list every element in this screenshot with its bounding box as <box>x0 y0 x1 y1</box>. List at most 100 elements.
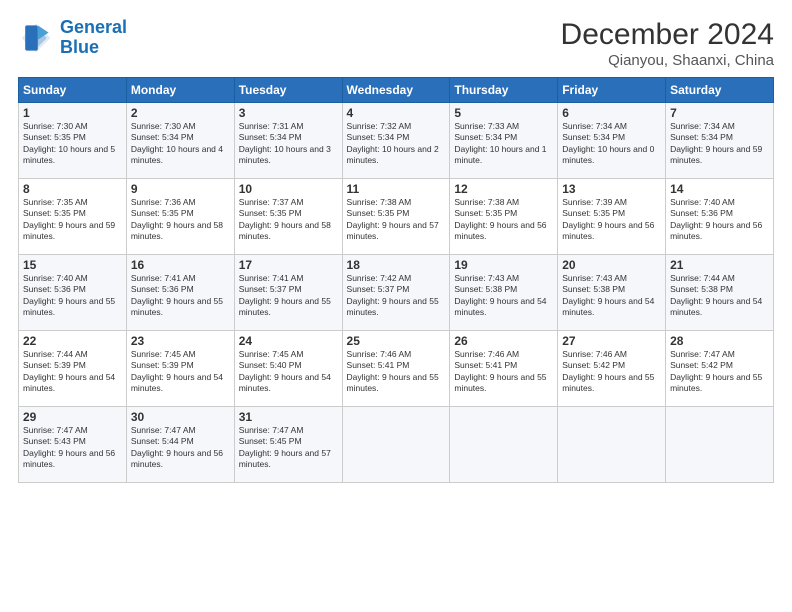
day-number: 24 <box>239 334 338 348</box>
calendar-cell: 21 Sunrise: 7:44 AMSunset: 5:38 PMDaylig… <box>666 255 774 331</box>
week-row-5: 29 Sunrise: 7:47 AMSunset: 5:43 PMDaylig… <box>19 407 774 483</box>
cell-content: Sunrise: 7:47 AMSunset: 5:43 PMDaylight:… <box>23 425 122 471</box>
calendar-cell: 25 Sunrise: 7:46 AMSunset: 5:41 PMDaylig… <box>342 331 450 407</box>
calendar-cell <box>558 407 666 483</box>
cell-content: Sunrise: 7:47 AMSunset: 5:42 PMDaylight:… <box>670 349 769 395</box>
cell-content: Sunrise: 7:40 AMSunset: 5:36 PMDaylight:… <box>670 197 769 243</box>
calendar-cell: 27 Sunrise: 7:46 AMSunset: 5:42 PMDaylig… <box>558 331 666 407</box>
cell-content: Sunrise: 7:47 AMSunset: 5:44 PMDaylight:… <box>131 425 230 471</box>
calendar-cell: 31 Sunrise: 7:47 AMSunset: 5:45 PMDaylig… <box>234 407 342 483</box>
cell-content: Sunrise: 7:32 AMSunset: 5:34 PMDaylight:… <box>347 121 446 167</box>
calendar-cell: 2 Sunrise: 7:30 AMSunset: 5:34 PMDayligh… <box>126 103 234 179</box>
day-number: 21 <box>670 258 769 272</box>
header: General Blue December 2024 Qianyou, Shaa… <box>18 18 774 69</box>
day-number: 28 <box>670 334 769 348</box>
calendar-cell <box>342 407 450 483</box>
cell-content: Sunrise: 7:38 AMSunset: 5:35 PMDaylight:… <box>347 197 446 243</box>
page: General Blue December 2024 Qianyou, Shaa… <box>0 0 792 612</box>
week-row-1: 1 Sunrise: 7:30 AMSunset: 5:35 PMDayligh… <box>19 103 774 179</box>
day-number: 4 <box>347 106 446 120</box>
cell-content: Sunrise: 7:34 AMSunset: 5:34 PMDaylight:… <box>562 121 661 167</box>
calendar-cell: 24 Sunrise: 7:45 AMSunset: 5:40 PMDaylig… <box>234 331 342 407</box>
day-number: 1 <box>23 106 122 120</box>
cell-content: Sunrise: 7:46 AMSunset: 5:42 PMDaylight:… <box>562 349 661 395</box>
cell-content: Sunrise: 7:30 AMSunset: 5:35 PMDaylight:… <box>23 121 122 167</box>
day-number: 6 <box>562 106 661 120</box>
week-row-4: 22 Sunrise: 7:44 AMSunset: 5:39 PMDaylig… <box>19 331 774 407</box>
cell-content: Sunrise: 7:43 AMSunset: 5:38 PMDaylight:… <box>562 273 661 319</box>
day-number: 14 <box>670 182 769 196</box>
calendar-header-row: SundayMondayTuesdayWednesdayThursdayFrid… <box>19 78 774 103</box>
cell-content: Sunrise: 7:41 AMSunset: 5:37 PMDaylight:… <box>239 273 338 319</box>
day-number: 11 <box>347 182 446 196</box>
calendar-cell: 11 Sunrise: 7:38 AMSunset: 5:35 PMDaylig… <box>342 179 450 255</box>
day-number: 25 <box>347 334 446 348</box>
calendar-cell: 4 Sunrise: 7:32 AMSunset: 5:34 PMDayligh… <box>342 103 450 179</box>
cell-content: Sunrise: 7:41 AMSunset: 5:36 PMDaylight:… <box>131 273 230 319</box>
cell-content: Sunrise: 7:37 AMSunset: 5:35 PMDaylight:… <box>239 197 338 243</box>
day-number: 16 <box>131 258 230 272</box>
calendar-cell: 9 Sunrise: 7:36 AMSunset: 5:35 PMDayligh… <box>126 179 234 255</box>
cell-content: Sunrise: 7:44 AMSunset: 5:38 PMDaylight:… <box>670 273 769 319</box>
calendar-cell: 18 Sunrise: 7:42 AMSunset: 5:37 PMDaylig… <box>342 255 450 331</box>
calendar-cell: 3 Sunrise: 7:31 AMSunset: 5:34 PMDayligh… <box>234 103 342 179</box>
cell-content: Sunrise: 7:45 AMSunset: 5:39 PMDaylight:… <box>131 349 230 395</box>
header-thursday: Thursday <box>450 78 558 103</box>
header-tuesday: Tuesday <box>234 78 342 103</box>
calendar-cell: 8 Sunrise: 7:35 AMSunset: 5:35 PMDayligh… <box>19 179 127 255</box>
day-number: 31 <box>239 410 338 424</box>
day-number: 20 <box>562 258 661 272</box>
calendar-cell: 13 Sunrise: 7:39 AMSunset: 5:35 PMDaylig… <box>558 179 666 255</box>
day-number: 7 <box>670 106 769 120</box>
cell-content: Sunrise: 7:47 AMSunset: 5:45 PMDaylight:… <box>239 425 338 471</box>
day-number: 18 <box>347 258 446 272</box>
logo: General Blue <box>18 18 127 58</box>
day-number: 12 <box>454 182 553 196</box>
day-number: 23 <box>131 334 230 348</box>
calendar-cell: 22 Sunrise: 7:44 AMSunset: 5:39 PMDaylig… <box>19 331 127 407</box>
header-wednesday: Wednesday <box>342 78 450 103</box>
title-block: December 2024 Qianyou, Shaanxi, China <box>561 18 774 69</box>
calendar-cell: 7 Sunrise: 7:34 AMSunset: 5:34 PMDayligh… <box>666 103 774 179</box>
calendar-cell: 29 Sunrise: 7:47 AMSunset: 5:43 PMDaylig… <box>19 407 127 483</box>
cell-content: Sunrise: 7:33 AMSunset: 5:34 PMDaylight:… <box>454 121 553 167</box>
day-number: 17 <box>239 258 338 272</box>
calendar-cell: 5 Sunrise: 7:33 AMSunset: 5:34 PMDayligh… <box>450 103 558 179</box>
cell-content: Sunrise: 7:44 AMSunset: 5:39 PMDaylight:… <box>23 349 122 395</box>
cell-content: Sunrise: 7:38 AMSunset: 5:35 PMDaylight:… <box>454 197 553 243</box>
day-number: 19 <box>454 258 553 272</box>
day-number: 9 <box>131 182 230 196</box>
calendar-cell: 12 Sunrise: 7:38 AMSunset: 5:35 PMDaylig… <box>450 179 558 255</box>
calendar-cell: 14 Sunrise: 7:40 AMSunset: 5:36 PMDaylig… <box>666 179 774 255</box>
cell-content: Sunrise: 7:46 AMSunset: 5:41 PMDaylight:… <box>347 349 446 395</box>
cell-content: Sunrise: 7:35 AMSunset: 5:35 PMDaylight:… <box>23 197 122 243</box>
cell-content: Sunrise: 7:39 AMSunset: 5:35 PMDaylight:… <box>562 197 661 243</box>
calendar-cell: 16 Sunrise: 7:41 AMSunset: 5:36 PMDaylig… <box>126 255 234 331</box>
week-row-3: 15 Sunrise: 7:40 AMSunset: 5:36 PMDaylig… <box>19 255 774 331</box>
calendar-cell: 28 Sunrise: 7:47 AMSunset: 5:42 PMDaylig… <box>666 331 774 407</box>
calendar-cell: 6 Sunrise: 7:34 AMSunset: 5:34 PMDayligh… <box>558 103 666 179</box>
cell-content: Sunrise: 7:46 AMSunset: 5:41 PMDaylight:… <box>454 349 553 395</box>
calendar-cell: 19 Sunrise: 7:43 AMSunset: 5:38 PMDaylig… <box>450 255 558 331</box>
day-number: 3 <box>239 106 338 120</box>
week-row-2: 8 Sunrise: 7:35 AMSunset: 5:35 PMDayligh… <box>19 179 774 255</box>
calendar-table: SundayMondayTuesdayWednesdayThursdayFrid… <box>18 77 774 483</box>
calendar-cell: 10 Sunrise: 7:37 AMSunset: 5:35 PMDaylig… <box>234 179 342 255</box>
calendar-cell <box>450 407 558 483</box>
calendar-cell <box>666 407 774 483</box>
month-title: December 2024 <box>561 18 774 52</box>
header-monday: Monday <box>126 78 234 103</box>
location-subtitle: Qianyou, Shaanxi, China <box>561 52 774 69</box>
calendar-cell: 15 Sunrise: 7:40 AMSunset: 5:36 PMDaylig… <box>19 255 127 331</box>
calendar-cell: 30 Sunrise: 7:47 AMSunset: 5:44 PMDaylig… <box>126 407 234 483</box>
cell-content: Sunrise: 7:30 AMSunset: 5:34 PMDaylight:… <box>131 121 230 167</box>
header-sunday: Sunday <box>19 78 127 103</box>
cell-content: Sunrise: 7:43 AMSunset: 5:38 PMDaylight:… <box>454 273 553 319</box>
header-friday: Friday <box>558 78 666 103</box>
cell-content: Sunrise: 7:36 AMSunset: 5:35 PMDaylight:… <box>131 197 230 243</box>
calendar-cell: 20 Sunrise: 7:43 AMSunset: 5:38 PMDaylig… <box>558 255 666 331</box>
cell-content: Sunrise: 7:42 AMSunset: 5:37 PMDaylight:… <box>347 273 446 319</box>
day-number: 2 <box>131 106 230 120</box>
calendar-cell: 1 Sunrise: 7:30 AMSunset: 5:35 PMDayligh… <box>19 103 127 179</box>
calendar-cell: 23 Sunrise: 7:45 AMSunset: 5:39 PMDaylig… <box>126 331 234 407</box>
